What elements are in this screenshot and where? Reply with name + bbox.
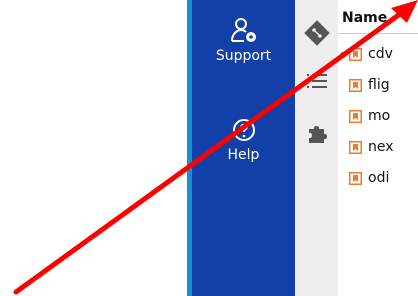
list-icon[interactable]: [304, 68, 330, 94]
list-item[interactable]: nex: [338, 137, 418, 161]
bookmark-file-icon: [349, 79, 362, 92]
file-name: odi: [368, 170, 390, 186]
file-name: cdv: [368, 46, 393, 62]
list-item[interactable]: mo: [338, 106, 418, 130]
sidebar-item-help[interactable]: Help: [192, 115, 295, 163]
list-item[interactable]: flig: [338, 75, 418, 99]
file-name: mo: [368, 108, 391, 124]
file-name: nex: [368, 139, 394, 155]
file-name: flig: [368, 77, 390, 93]
help-circle-icon: [232, 119, 255, 141]
puzzle-extensions-icon[interactable]: [304, 120, 330, 146]
activity-bar: [295, 0, 338, 296]
list-item[interactable]: odi: [338, 168, 418, 192]
bookmark-file-icon: [349, 172, 362, 185]
support-label: Support: [215, 48, 272, 64]
header-divider: [338, 33, 418, 34]
git-icon[interactable]: [304, 20, 330, 46]
bookmark-file-icon: [349, 110, 362, 123]
list-item[interactable]: cdv: [338, 44, 418, 68]
bookmark-file-icon: [349, 48, 362, 61]
bookmark-file-icon: [349, 141, 362, 154]
help-label: Help: [227, 147, 260, 163]
sidebar-item-support[interactable]: Support: [192, 16, 295, 64]
sidebar: Support Help: [192, 0, 295, 296]
user-gear-icon: [230, 18, 256, 42]
status-dot: [340, 52, 346, 58]
file-list-panel: Name cdv flig mo nex odi: [338, 0, 418, 296]
column-header-name[interactable]: Name: [342, 10, 387, 26]
